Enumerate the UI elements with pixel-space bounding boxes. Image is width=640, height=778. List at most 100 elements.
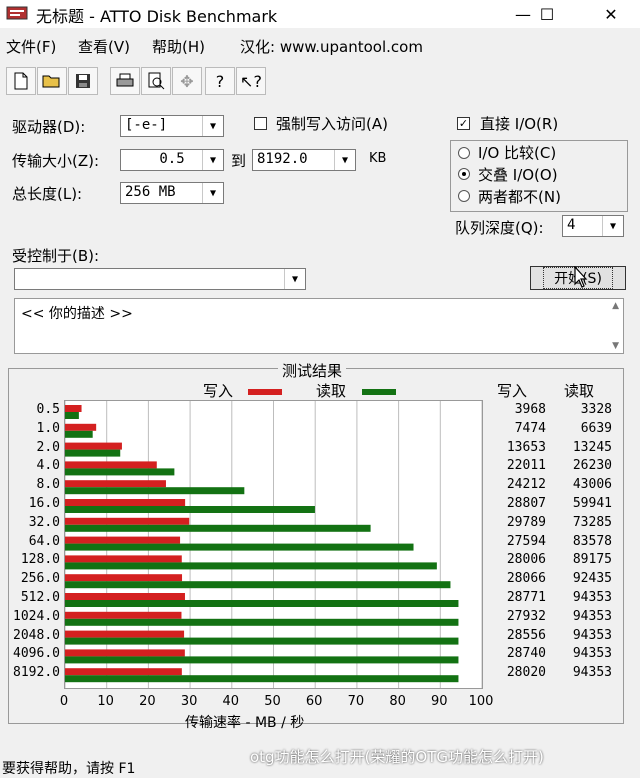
legend-read-swatch <box>362 389 396 395</box>
save-icon[interactable] <box>68 67 98 95</box>
help-icon[interactable]: ? <box>205 67 235 95</box>
print-icon[interactable] <box>110 67 140 95</box>
category-label: 2.0 <box>36 439 60 455</box>
write-value: 28771 <box>506 590 546 605</box>
status-text: 要获得帮助，请按 F1 <box>2 761 136 777</box>
chevron-down-icon: ▼ <box>202 150 223 170</box>
read-value: 94353 <box>572 590 612 605</box>
write-bar <box>65 442 122 450</box>
drive-select[interactable]: [-e-] ▼ <box>120 115 224 137</box>
write-value: 22011 <box>506 458 546 474</box>
close-button[interactable]: ✕ <box>588 0 634 28</box>
legend-write-label: 写入 <box>203 382 234 400</box>
write-value: 29789 <box>506 514 546 530</box>
write-value: 28807 <box>506 496 546 511</box>
total-length-value: 256 MB <box>125 184 176 200</box>
description-box[interactable]: << 你的描述 >> ▲ ▼ <box>14 298 624 354</box>
controlled-by-select[interactable]: ▼ <box>14 268 306 290</box>
print-preview-icon[interactable] <box>141 67 171 95</box>
write-bar <box>65 555 182 563</box>
open-icon[interactable] <box>37 67 67 95</box>
read-value: 83578 <box>572 533 612 549</box>
read-bar <box>65 637 459 645</box>
menu-help[interactable]: 帮助(H) <box>152 36 205 57</box>
category-label: 512.0 <box>20 590 60 605</box>
x-tick-label: 90 <box>431 694 448 709</box>
category-label: 16.0 <box>28 496 60 511</box>
queue-depth-select[interactable]: 4 ▼ <box>562 215 624 237</box>
new-icon[interactable] <box>6 67 36 95</box>
read-value: 94353 <box>572 665 612 681</box>
write-bar <box>65 536 181 544</box>
legend-write-swatch <box>248 389 282 395</box>
category-label: 4096.0 <box>13 646 60 662</box>
x-tick-label: 20 <box>139 694 156 709</box>
read-value: 59941 <box>572 496 612 511</box>
read-bar <box>65 618 459 626</box>
category-label: 64.0 <box>28 533 60 549</box>
write-value: 24212 <box>506 477 546 493</box>
write-bar <box>65 593 185 600</box>
read-bar <box>65 562 437 570</box>
write-bar <box>65 668 182 676</box>
to-label: 到 <box>231 152 247 170</box>
category-label: 2048.0 <box>13 627 60 643</box>
x-tick-label: 80 <box>389 694 406 709</box>
controlled-by-label: 受控制于(B): <box>12 247 100 265</box>
neither-label: 两者都不(N) <box>478 188 561 206</box>
x-tick-label: 40 <box>222 694 240 709</box>
category-label: 256.0 <box>20 571 60 587</box>
x-axis-label: 传输速率 - MB / 秒 <box>185 715 305 731</box>
total-length-select[interactable]: 256 MB ▼ <box>120 182 224 204</box>
read-value: 26230 <box>572 458 612 474</box>
maximize-button[interactable]: ☐ <box>524 0 570 28</box>
io-compare-radio[interactable] <box>458 147 470 159</box>
menu-file[interactable]: 文件(F) <box>6 36 56 57</box>
window-title: 无标题 - ATTO Disk Benchmark <box>36 7 278 26</box>
chevron-down-icon: ▼ <box>284 269 305 289</box>
read-value: 89175 <box>572 552 612 568</box>
category-label: 8192.0 <box>13 665 60 681</box>
force-write-checkbox[interactable] <box>254 117 267 130</box>
x-tick-label: 0 <box>59 694 69 709</box>
direct-io-checkbox[interactable]: ✓ <box>457 117 470 130</box>
overlap-io-radio[interactable] <box>458 168 470 180</box>
read-bar <box>65 524 371 532</box>
total-length-label: 总长度(L): <box>12 185 83 203</box>
menu-localization[interactable]: 汉化: www.upantool.com <box>240 36 423 57</box>
scroll-up-icon[interactable]: ▲ <box>612 301 619 311</box>
read-bar <box>65 468 175 476</box>
drive-label: 驱动器(D): <box>12 118 86 136</box>
category-label: 1.0 <box>36 420 60 436</box>
x-tick-label: 100 <box>468 694 494 709</box>
x-tick-label: 10 <box>97 694 114 709</box>
chevron-down-icon: ▼ <box>202 183 223 203</box>
chevron-down-icon: ▼ <box>202 116 223 136</box>
write-bar <box>65 649 185 657</box>
chart-svg <box>65 401 482 688</box>
direct-io-label: 直接 I/O(R) <box>480 115 559 133</box>
transfer-from-value: 0.5 <box>159 151 185 167</box>
menu-view[interactable]: 查看(V) <box>78 36 130 57</box>
read-value: 13245 <box>572 439 612 455</box>
write-bar <box>65 630 185 638</box>
transfer-to-select[interactable]: 8192.0 ▼ <box>252 149 356 171</box>
queue-depth-label: 队列深度(Q): <box>455 219 544 237</box>
neither-radio[interactable] <box>458 190 470 202</box>
transfer-from-select[interactable]: 0.5 ▼ <box>120 149 224 171</box>
scroll-down-icon[interactable]: ▼ <box>612 341 619 351</box>
context-help-icon[interactable]: ↖? <box>236 67 266 95</box>
queue-depth-value: 4 <box>567 217 576 233</box>
move-icon[interactable]: ✥ <box>172 67 202 95</box>
write-bar <box>65 461 157 469</box>
read-value: 94353 <box>572 627 612 643</box>
read-bar <box>65 675 459 683</box>
write-value: 3968 <box>514 402 546 417</box>
write-bar <box>65 574 183 582</box>
kb-label: KB <box>369 151 387 166</box>
write-value: 27594 <box>506 533 546 549</box>
category-label: 0.5 <box>36 402 60 417</box>
read-value: 3328 <box>580 402 612 417</box>
write-value: 28020 <box>506 665 546 681</box>
chart-plot-area <box>64 400 483 689</box>
